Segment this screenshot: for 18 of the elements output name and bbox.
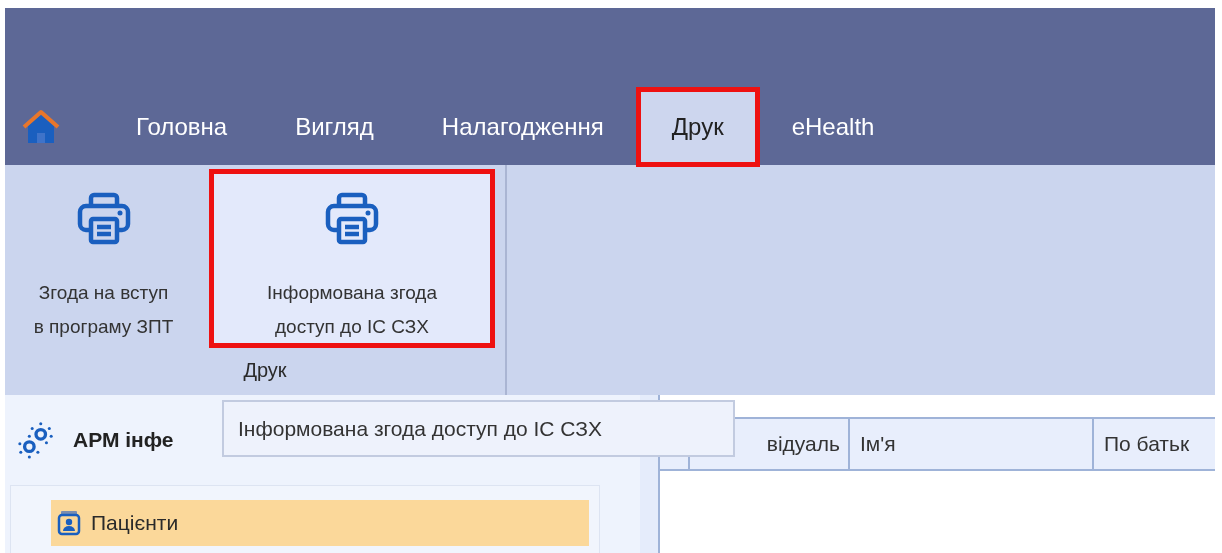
sidebar-item[interactable]: Пацієнти: [51, 500, 589, 546]
sidebar-title: АРМ інфе: [73, 428, 174, 452]
gears-icon: [17, 421, 55, 459]
menu-tab[interactable]: Вигляд: [261, 89, 408, 165]
menu-tab[interactable]: Друк: [637, 89, 758, 165]
print-button[interactable]: Інформована згода доступ до ІС СЗХ: [212, 172, 492, 345]
menu-tab[interactable]: eHealth: [757, 89, 909, 165]
patient-card-icon: [57, 510, 81, 536]
home-icon[interactable]: [21, 109, 61, 145]
column-header[interactable]: По батьк: [1094, 419, 1215, 469]
menu-tab[interactable]: Головна: [102, 89, 262, 165]
printer-icon: [324, 190, 380, 246]
tooltip: Інформована згода доступ до ІС СЗХ: [222, 400, 735, 457]
printer-icon: [75, 190, 132, 246]
column-header[interactable]: Ім'я: [850, 419, 1094, 469]
menu-tab[interactable]: Налагодження: [407, 89, 638, 165]
print-button[interactable]: Згода на вступ в програму ЗПТ: [5, 172, 206, 345]
group-label: Друк: [243, 359, 287, 382]
